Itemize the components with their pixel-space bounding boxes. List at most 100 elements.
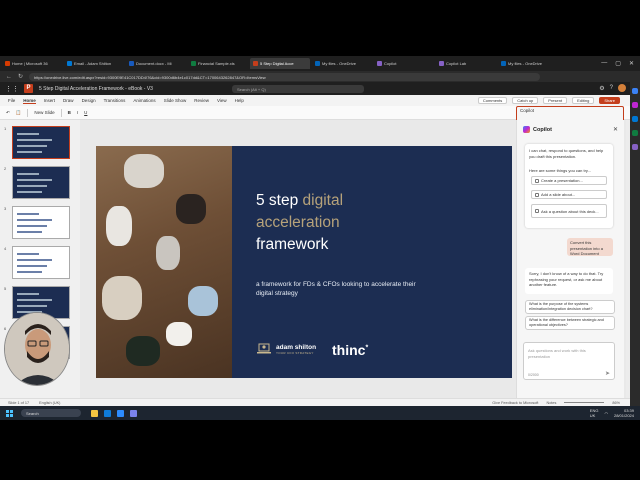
- suggestion-button[interactable]: Create a presentation...: [531, 176, 607, 185]
- close-icon[interactable]: ✕: [629, 60, 634, 67]
- thumbnail-number: 3: [4, 206, 7, 211]
- url-field[interactable]: https://onedrive.live.com/edit.aspx?resi…: [29, 72, 540, 81]
- app-launcher-icon[interactable]: ⋮⋮: [5, 85, 19, 93]
- present-button[interactable]: Present: [543, 97, 568, 104]
- suggestion-button[interactable]: Add a slide about...: [531, 190, 607, 199]
- editing-button[interactable]: Editing: [572, 97, 595, 104]
- tab-help[interactable]: Help: [235, 98, 244, 103]
- language[interactable]: English (UK): [39, 401, 60, 405]
- logo-name: adam shilton: [276, 343, 317, 351]
- back-icon[interactable]: ←: [6, 74, 12, 80]
- teams-icon[interactable]: [130, 409, 137, 417]
- zoom-icon[interactable]: [117, 409, 124, 417]
- divider: [60, 108, 62, 117]
- tab-label: Home | Microsoft 36: [12, 61, 48, 66]
- zoom-level[interactable]: 86%: [612, 401, 620, 405]
- followup-suggestion[interactable]: What is the purpose of the systems elimi…: [525, 300, 615, 314]
- games-icon[interactable]: [632, 144, 638, 150]
- bold-icon[interactable]: B: [68, 110, 71, 115]
- copilot-input-placeholder: Ask questions and work with this present…: [528, 348, 586, 359]
- browser-tab[interactable]: My files - OneDrive: [498, 58, 558, 69]
- tab-draw[interactable]: Draw: [63, 98, 74, 103]
- slide-thumbnail[interactable]: 1: [4, 126, 76, 160]
- slide-canvas[interactable]: 5 step digital acceleration framework a …: [96, 146, 512, 378]
- comments-button[interactable]: Comments: [477, 97, 508, 104]
- zoom-slider[interactable]: [564, 402, 605, 403]
- copilot-input[interactable]: Ask questions and work with this present…: [523, 342, 615, 380]
- file-explorer-icon[interactable]: [91, 409, 98, 417]
- suggestion-label: Add a slide about...: [541, 192, 576, 197]
- copilot-intro: I can chat, respond to questions, and he…: [529, 148, 604, 159]
- thinc-logo: thinc*: [332, 342, 368, 358]
- start-icon[interactable]: [6, 409, 13, 417]
- refresh-icon[interactable]: ↻: [18, 73, 23, 80]
- clock[interactable]: 03:39 28/01/2024: [614, 408, 634, 418]
- underline-icon[interactable]: U: [84, 110, 87, 115]
- outlook-icon[interactable]: [632, 116, 638, 122]
- feedback-link[interactable]: Give Feedback to Microsoft: [492, 401, 538, 405]
- browser-tab[interactable]: Document.docx - Mi: [126, 58, 186, 69]
- send-icon[interactable]: ➤: [605, 370, 610, 377]
- thumbnail-line: [17, 231, 42, 233]
- italic-icon[interactable]: I: [77, 110, 78, 115]
- thumbnail-line: [17, 299, 52, 301]
- tab-favicon-icon: [67, 61, 72, 66]
- slide-thumbnail[interactable]: 2: [4, 166, 76, 200]
- copilot-icon[interactable]: [632, 102, 638, 108]
- thumbnail-line: [17, 173, 39, 175]
- browser-tab[interactable]: Copilot: [374, 58, 434, 69]
- browser-tab[interactable]: Copilot Lab: [436, 58, 496, 69]
- slide-title[interactable]: 5 step digital acceleration framework: [256, 190, 436, 256]
- tools-icon[interactable]: [632, 130, 638, 136]
- notes-button[interactable]: Notes: [546, 401, 556, 405]
- tab-view[interactable]: View: [217, 98, 227, 103]
- tab-label: Email - Adam Shilton: [74, 61, 112, 66]
- wifi-icon[interactable]: ◠: [604, 411, 608, 416]
- slide-subtitle[interactable]: a framework for FDs & CFOs looking to ac…: [256, 280, 416, 298]
- language-indicator[interactable]: ENG UK: [590, 408, 599, 418]
- search-icon[interactable]: [632, 88, 638, 94]
- status-right: Give Feedback to Microsoft Notes 86%: [492, 401, 630, 405]
- tab-design[interactable]: Design: [82, 98, 96, 103]
- tab-insert[interactable]: Insert: [44, 98, 55, 103]
- tab-home[interactable]: Home: [23, 98, 36, 104]
- undo-icon[interactable]: ↶: [6, 110, 10, 116]
- person-shape: [102, 276, 142, 320]
- close-icon[interactable]: ✕: [613, 126, 618, 133]
- maximize-icon[interactable]: ▢: [615, 60, 621, 67]
- new-slide-button[interactable]: New Slide: [34, 110, 54, 115]
- browser-tab[interactable]: Email - Adam Shilton: [64, 58, 124, 69]
- tab-label: Financial Sample.xls: [198, 61, 235, 66]
- settings-icon[interactable]: ⚙: [599, 85, 604, 92]
- followup-suggestion[interactable]: What is the difference between strategic…: [525, 316, 615, 330]
- suggestion-button[interactable]: Ask a question about this deck...: [531, 204, 607, 218]
- clipboard-icon[interactable]: 📋: [16, 110, 22, 116]
- tab-transitions[interactable]: Transitions: [104, 98, 126, 103]
- tab-file[interactable]: File: [8, 98, 15, 103]
- avatar[interactable]: [618, 84, 626, 92]
- browser-tab[interactable]: My files - OneDrive: [312, 58, 372, 69]
- minimize-icon[interactable]: —: [601, 60, 607, 67]
- thumbnail-line: [17, 213, 39, 215]
- slide-thumbnail[interactable]: 3: [4, 206, 76, 240]
- copilot-hint: Here are some things you can try...: [529, 168, 591, 173]
- share-button[interactable]: Share: [599, 97, 620, 104]
- help-icon[interactable]: ?: [610, 85, 613, 91]
- tab-slide-show[interactable]: Slide Show: [164, 98, 187, 103]
- browser-sidebar: [630, 82, 640, 406]
- catchup-button[interactable]: Catch up: [512, 97, 539, 104]
- divider: [27, 108, 29, 117]
- edge-icon[interactable]: [104, 409, 111, 417]
- browser-tab[interactable]: 5 Step Digital Acce: [250, 58, 310, 69]
- thumbnail-line: [17, 265, 47, 267]
- copilot-panel: Copilot ✕ I can chat, respond to questio…: [516, 120, 624, 404]
- powerpoint-logo-icon[interactable]: P: [24, 84, 33, 93]
- slide-thumbnail[interactable]: 4: [4, 246, 76, 280]
- browser-tab[interactable]: Home | Microsoft 36: [2, 58, 62, 69]
- taskbar-search[interactable]: Search: [21, 409, 81, 417]
- browser-tab[interactable]: Financial Sample.xls: [188, 58, 248, 69]
- tab-animations[interactable]: Animations: [133, 98, 155, 103]
- tab-review[interactable]: Review: [194, 98, 209, 103]
- document-title[interactable]: 5 Step Digital Acceleration Framework - …: [39, 86, 153, 92]
- search-input[interactable]: Search (Alt + Q): [232, 85, 364, 93]
